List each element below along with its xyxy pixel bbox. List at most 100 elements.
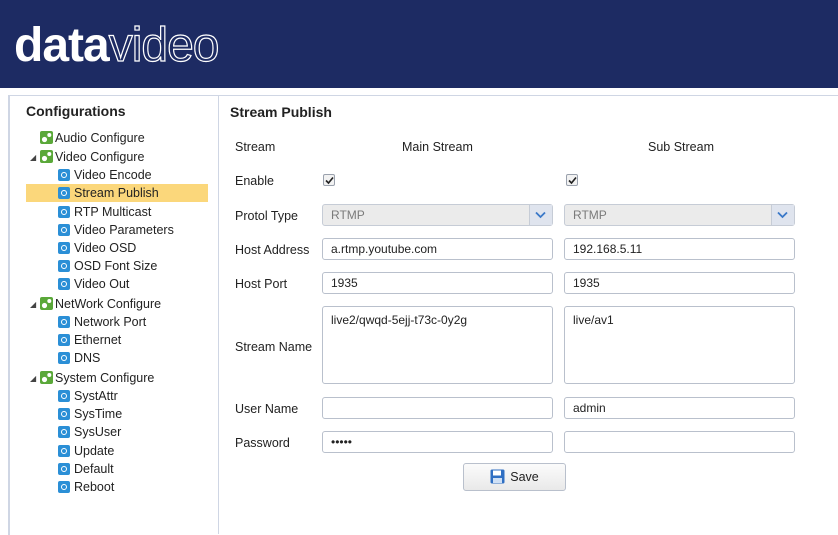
tree-osd-font-size[interactable]: OSD Font Size bbox=[58, 257, 157, 275]
main-protocol-select[interactable]: RTMP bbox=[322, 204, 553, 226]
settings-group-icon bbox=[40, 150, 53, 163]
configuration-sidebar: Configurations Audio Configure ◢ Video C… bbox=[10, 96, 219, 534]
sub-stream-header: Sub Stream bbox=[648, 140, 715, 154]
collapse-arrow-icon[interactable]: ◢ bbox=[30, 300, 38, 309]
sub-enable-checkbox[interactable] bbox=[566, 174, 578, 186]
enable-label: Enable bbox=[235, 174, 274, 188]
sub-stream-name-textarea[interactable]: live/av1 bbox=[564, 306, 795, 384]
settings-group-icon bbox=[40, 131, 53, 144]
collapse-arrow-icon[interactable]: ◢ bbox=[30, 153, 38, 162]
tree-update[interactable]: Update bbox=[58, 442, 114, 460]
tree-label: Video Parameters bbox=[74, 223, 174, 237]
save-button-label: Save bbox=[510, 470, 539, 484]
tree-label: DNS bbox=[74, 351, 101, 365]
settings-icon bbox=[58, 334, 70, 346]
tree-video-parameters[interactable]: Video Parameters bbox=[58, 221, 174, 239]
tree-label: Video Out bbox=[74, 277, 130, 291]
tree-ethernet[interactable]: Ethernet bbox=[58, 331, 121, 349]
main-password-input[interactable] bbox=[322, 431, 553, 453]
tree-label: System Configure bbox=[55, 371, 155, 385]
sub-host-address-input[interactable] bbox=[564, 238, 795, 260]
tree-label: Reboot bbox=[74, 480, 115, 494]
save-button[interactable]: Save bbox=[463, 463, 566, 491]
settings-icon bbox=[58, 463, 70, 475]
tree-network-configure[interactable]: NetWork Configure bbox=[40, 295, 161, 313]
chevron-down-icon bbox=[529, 205, 552, 225]
settings-group-icon bbox=[40, 371, 53, 384]
user-name-label: User Name bbox=[235, 402, 299, 416]
settings-icon bbox=[58, 316, 70, 328]
main-host-port-input[interactable] bbox=[322, 272, 553, 294]
datavideo-logo: datavideo bbox=[14, 18, 220, 72]
tree-systime[interactable]: SysTime bbox=[58, 405, 122, 423]
settings-group-icon bbox=[40, 297, 53, 310]
tree-reboot[interactable]: Reboot bbox=[58, 478, 114, 496]
tree-label: Ethernet bbox=[74, 333, 122, 347]
host-port-label: Host Port bbox=[235, 277, 288, 291]
top-banner: datavideo bbox=[0, 0, 838, 88]
tree-network-port[interactable]: Network Port bbox=[58, 313, 146, 331]
tree-system-configure[interactable]: System Configure bbox=[40, 369, 154, 387]
tree-audio-configure[interactable]: Audio Configure bbox=[40, 129, 145, 147]
tree-video-out[interactable]: Video Out bbox=[58, 275, 129, 293]
sub-password-input[interactable] bbox=[564, 431, 795, 453]
tree-stream-publish[interactable]: Stream Publish bbox=[26, 184, 208, 202]
settings-icon bbox=[58, 224, 70, 236]
main-enable-checkbox[interactable] bbox=[323, 174, 335, 186]
tree-label: Update bbox=[74, 444, 115, 458]
tree-label: Video Encode bbox=[74, 168, 152, 182]
settings-icon bbox=[58, 169, 70, 181]
floppy-disk-icon bbox=[490, 469, 505, 484]
settings-icon bbox=[58, 206, 70, 218]
settings-icon bbox=[58, 352, 70, 364]
collapse-arrow-icon[interactable]: ◢ bbox=[30, 374, 38, 383]
tree-default[interactable]: Default bbox=[58, 460, 114, 478]
chevron-down-icon bbox=[771, 205, 794, 225]
main-stream-name-textarea[interactable]: live2/qwqd-5ejj-t73c-0y2g bbox=[322, 306, 553, 384]
tree-label: Default bbox=[74, 462, 114, 476]
tree-video-osd[interactable]: Video OSD bbox=[58, 239, 136, 257]
tree-rtp-multicast[interactable]: RTP Multicast bbox=[58, 203, 151, 221]
select-value: RTMP bbox=[331, 208, 365, 222]
tree-label: Stream Publish bbox=[74, 186, 159, 200]
sub-user-name-input[interactable] bbox=[564, 397, 795, 419]
tree-label: Network Port bbox=[74, 315, 147, 329]
tree-label: Video OSD bbox=[74, 241, 137, 255]
tree-label: SysTime bbox=[74, 407, 123, 421]
settings-icon bbox=[58, 481, 70, 493]
stream-name-label: Stream Name bbox=[235, 340, 313, 354]
tree-label: NetWork Configure bbox=[55, 297, 162, 311]
protocol-type-label: Protol Type bbox=[235, 209, 299, 223]
panel-title: Stream Publish bbox=[230, 104, 332, 120]
settings-icon bbox=[58, 278, 70, 290]
main-stream-header: Main Stream bbox=[402, 140, 473, 154]
settings-icon bbox=[58, 187, 70, 199]
tree-label: OSD Font Size bbox=[74, 259, 158, 273]
settings-icon bbox=[58, 390, 70, 402]
tree-label: RTP Multicast bbox=[74, 205, 152, 219]
tree-video-encode[interactable]: Video Encode bbox=[58, 166, 208, 184]
check-icon bbox=[568, 176, 577, 185]
stream-label: Stream bbox=[235, 140, 276, 154]
settings-icon bbox=[58, 408, 70, 420]
settings-icon bbox=[58, 445, 70, 457]
main-user-name-input[interactable] bbox=[322, 397, 553, 419]
main-host-address-input[interactable] bbox=[322, 238, 553, 260]
host-address-label: Host Address bbox=[235, 243, 310, 257]
settings-icon bbox=[58, 242, 70, 254]
settings-icon bbox=[58, 426, 70, 438]
tree-label: SystAttr bbox=[74, 389, 118, 403]
tree-video-configure[interactable]: Video Configure bbox=[40, 148, 144, 166]
tree-label: Video Configure bbox=[55, 150, 145, 164]
select-value: RTMP bbox=[573, 208, 607, 222]
password-label: Password bbox=[235, 436, 290, 450]
check-icon bbox=[325, 176, 334, 185]
tree-label: SysUser bbox=[74, 425, 122, 439]
tree-sysuser[interactable]: SysUser bbox=[58, 423, 121, 441]
settings-icon bbox=[58, 260, 70, 272]
tree-systattr[interactable]: SystAttr bbox=[58, 387, 118, 405]
sub-host-port-input[interactable] bbox=[564, 272, 795, 294]
sidebar-title: Configurations bbox=[26, 103, 126, 119]
sub-protocol-select[interactable]: RTMP bbox=[564, 204, 795, 226]
tree-dns[interactable]: DNS bbox=[58, 349, 100, 367]
